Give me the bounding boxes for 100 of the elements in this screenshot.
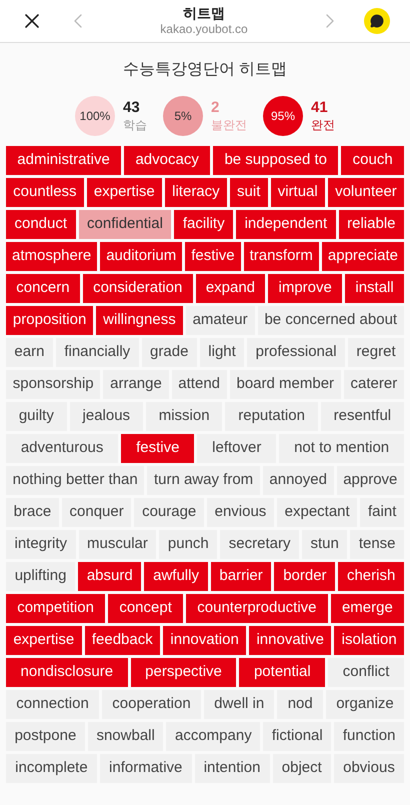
word-tile[interactable]: feedback: [84, 626, 160, 655]
word-tile[interactable]: postpone: [6, 722, 85, 751]
word-tile[interactable]: be concerned about: [258, 306, 404, 335]
word-tile[interactable]: brace: [6, 498, 59, 527]
word-tile[interactable]: festive: [121, 434, 194, 463]
word-tile[interactable]: jealous: [70, 402, 143, 431]
word-tile[interactable]: earn: [6, 338, 53, 367]
word-tile[interactable]: competition: [6, 594, 106, 623]
word-tile[interactable]: cherish: [338, 562, 404, 591]
word-tile[interactable]: volunteer: [328, 178, 404, 207]
word-tile[interactable]: conflict: [328, 658, 404, 687]
word-tile[interactable]: suit: [230, 178, 268, 207]
word-tile[interactable]: organize: [326, 690, 404, 719]
word-tile[interactable]: amateur: [186, 306, 255, 335]
word-tile[interactable]: facility: [174, 210, 234, 239]
word-tile[interactable]: isolation: [334, 626, 404, 655]
word-tile[interactable]: improve: [268, 274, 342, 303]
word-tile[interactable]: integrity: [6, 530, 76, 559]
word-tile[interactable]: perspective: [130, 658, 236, 687]
word-tile[interactable]: expertise: [6, 626, 82, 655]
word-tile[interactable]: expertise: [86, 178, 162, 207]
word-tile[interactable]: financially: [56, 338, 139, 367]
word-tile[interactable]: willingness: [96, 306, 183, 335]
word-tile[interactable]: potential: [239, 658, 326, 687]
word-tile[interactable]: countless: [6, 178, 84, 207]
word-tile[interactable]: expand: [196, 274, 266, 303]
word-tile[interactable]: grade: [142, 338, 197, 367]
word-tile[interactable]: proposition: [6, 306, 94, 335]
word-tile[interactable]: accompany: [166, 722, 260, 751]
word-tile[interactable]: mission: [146, 402, 222, 431]
word-tile[interactable]: atmosphere: [6, 242, 98, 271]
word-tile[interactable]: innovation: [163, 626, 246, 655]
word-tile[interactable]: emerge: [330, 594, 404, 623]
word-tile[interactable]: nod: [277, 690, 323, 719]
word-tile[interactable]: confidential: [78, 210, 172, 239]
word-tile[interactable]: guilty: [6, 402, 67, 431]
word-tile[interactable]: literacy: [164, 178, 227, 207]
word-tile[interactable]: concern: [6, 274, 80, 303]
word-tile[interactable]: reputation: [225, 402, 318, 431]
word-tile[interactable]: dwell in: [204, 690, 274, 719]
word-tile[interactable]: conduct: [6, 210, 76, 239]
word-tile[interactable]: secretary: [220, 530, 299, 559]
word-tile[interactable]: resentful: [320, 402, 404, 431]
word-tile[interactable]: not to mention: [279, 434, 404, 463]
word-tile[interactable]: concept: [108, 594, 184, 623]
word-tile[interactable]: caterer: [344, 370, 404, 399]
word-tile[interactable]: transform: [244, 242, 319, 271]
word-tile[interactable]: courage: [134, 498, 204, 527]
word-tile[interactable]: cooperation: [102, 690, 201, 719]
word-tile[interactable]: snowball: [88, 722, 164, 751]
word-tile[interactable]: sponsorship: [6, 370, 100, 399]
word-tile[interactable]: conquer: [62, 498, 132, 527]
word-tile[interactable]: tense: [350, 530, 404, 559]
word-tile[interactable]: counterproductive: [186, 594, 328, 623]
word-tile[interactable]: nondisclosure: [6, 658, 128, 687]
word-tile[interactable]: reliable: [338, 210, 404, 239]
word-tile[interactable]: intention: [194, 754, 270, 783]
word-tile[interactable]: adventurous: [6, 434, 118, 463]
word-tile[interactable]: barrier: [210, 562, 272, 591]
word-tile[interactable]: incomplete: [6, 754, 97, 783]
word-tile[interactable]: muscular: [78, 530, 156, 559]
word-tile[interactable]: arrange: [103, 370, 169, 399]
word-tile[interactable]: punch: [159, 530, 218, 559]
word-tile[interactable]: install: [345, 274, 404, 303]
word-tile[interactable]: uplifting: [6, 562, 76, 591]
word-tile[interactable]: leftover: [197, 434, 276, 463]
word-tile[interactable]: couch: [341, 146, 404, 175]
word-tile[interactable]: auditorium: [100, 242, 182, 271]
word-tile[interactable]: turn away from: [147, 466, 260, 495]
word-tile[interactable]: stun: [302, 530, 348, 559]
word-tile[interactable]: faint: [360, 498, 404, 527]
word-tile[interactable]: festive: [185, 242, 241, 271]
word-tile[interactable]: appreciate: [322, 242, 404, 271]
word-tile[interactable]: absurd: [78, 562, 142, 591]
word-tile[interactable]: independent: [236, 210, 336, 239]
word-tile[interactable]: connection: [6, 690, 100, 719]
word-tile[interactable]: innovative: [249, 626, 332, 655]
word-tile[interactable]: regret: [348, 338, 404, 367]
word-tile[interactable]: obvious: [334, 754, 404, 783]
word-tile[interactable]: light: [200, 338, 244, 367]
word-tile[interactable]: fictional: [263, 722, 332, 751]
chat-bubble-icon[interactable]: [364, 8, 390, 34]
word-tile[interactable]: nothing better than: [6, 466, 144, 495]
word-tile[interactable]: advocacy: [124, 146, 210, 175]
word-tile[interactable]: informative: [100, 754, 192, 783]
word-tile[interactable]: awfully: [144, 562, 208, 591]
word-tile[interactable]: function: [334, 722, 404, 751]
word-tile[interactable]: object: [272, 754, 331, 783]
word-tile[interactable]: annoyed: [262, 466, 334, 495]
word-tile[interactable]: professional: [247, 338, 345, 367]
word-tile[interactable]: approve: [336, 466, 404, 495]
word-tile[interactable]: attend: [172, 370, 227, 399]
word-tile[interactable]: envious: [206, 498, 274, 527]
word-tile[interactable]: board member: [230, 370, 341, 399]
word-tile[interactable]: virtual: [270, 178, 325, 207]
word-tile[interactable]: border: [274, 562, 336, 591]
word-tile[interactable]: be supposed to: [213, 146, 338, 175]
word-tile[interactable]: consideration: [82, 274, 193, 303]
word-tile[interactable]: administrative: [6, 146, 122, 175]
word-tile[interactable]: expectant: [276, 498, 358, 527]
